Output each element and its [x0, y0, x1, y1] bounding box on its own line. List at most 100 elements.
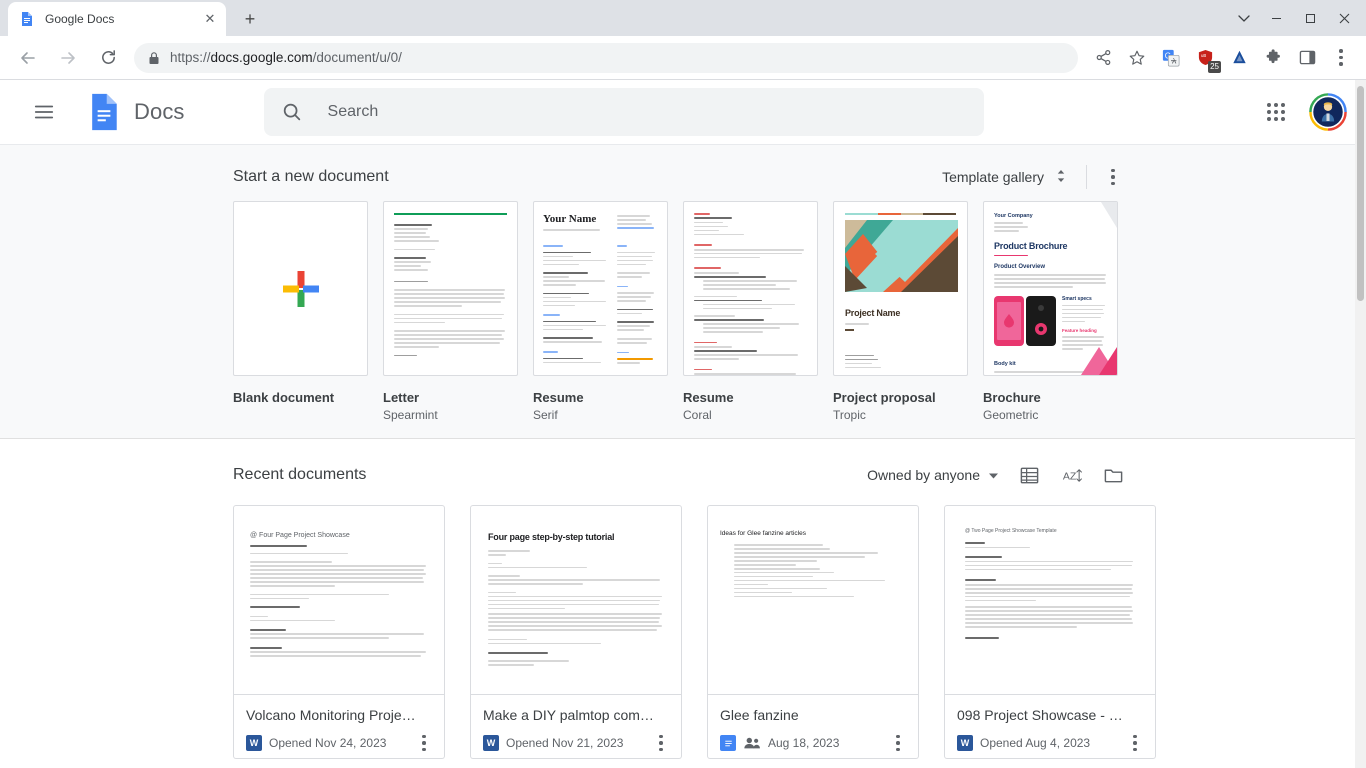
- template-thumbnail: Your Name: [533, 201, 668, 376]
- document-title: 098 Project Showcase - …: [957, 707, 1147, 723]
- template-name: Blank document: [233, 390, 368, 405]
- template-card-resume-serif[interactable]: Your Name: [533, 201, 668, 422]
- browser-tab-title: Google Docs: [45, 12, 202, 26]
- browser-tab[interactable]: Google Docs ✕: [8, 2, 226, 36]
- window-close-icon[interactable]: [1328, 6, 1360, 30]
- template-brochure-title: Product Brochure: [994, 241, 1107, 251]
- reload-icon[interactable]: [92, 42, 124, 74]
- document-card[interactable]: Ideas for Glee fanzine articles: [707, 505, 919, 759]
- close-icon[interactable]: ✕: [202, 11, 218, 27]
- side-panel-icon[interactable]: [1293, 44, 1321, 72]
- address-bar-url: https://docs.google.com/document/u/0/: [170, 50, 402, 65]
- bookmark-star-icon[interactable]: [1123, 44, 1151, 72]
- document-date: Aug 18, 2023: [768, 736, 879, 750]
- template-card-brochure-geometric[interactable]: Your Company Product Brochure Product Ov…: [983, 201, 1118, 422]
- kebab-dots: [1339, 49, 1343, 66]
- template-list: Blank document: [233, 201, 1133, 422]
- template-gallery-button[interactable]: Template gallery: [930, 160, 1076, 195]
- word-file-icon: W: [957, 735, 973, 751]
- chrome-menu-icon[interactable]: [1327, 44, 1355, 72]
- document-more-button[interactable]: [649, 731, 673, 755]
- adobe-extension-icon[interactable]: [1225, 44, 1253, 72]
- ublock-extension-icon[interactable]: uB 25: [1191, 44, 1219, 72]
- recent-documents-section: Recent documents Owned by anyone AZ: [0, 439, 1366, 759]
- template-card-resume-coral[interactable]: Resume Coral: [683, 201, 818, 422]
- owner-filter-label: Owned by anyone: [867, 467, 980, 483]
- document-date: Opened Nov 21, 2023: [506, 736, 642, 750]
- document-more-button[interactable]: [412, 731, 436, 755]
- recent-documents-header: Recent documents Owned by anyone AZ: [233, 445, 1133, 505]
- template-thumbnail: Project Name: [833, 201, 968, 376]
- share-icon[interactable]: [1089, 44, 1117, 72]
- extensions-puzzle-icon[interactable]: [1259, 44, 1287, 72]
- main-menu-button[interactable]: [20, 88, 68, 136]
- document-card[interactable]: @ Four Page Project Showcase: [233, 505, 445, 759]
- document-meta: 098 Project Showcase - … W Opened Aug 4,…: [944, 695, 1156, 759]
- word-file-icon: W: [246, 735, 262, 751]
- template-resume-title: Your Name: [543, 213, 610, 225]
- back-arrow-icon[interactable]: [12, 42, 44, 74]
- owner-filter-button[interactable]: Owned by anyone: [855, 459, 1007, 491]
- search-icon: [280, 100, 304, 124]
- svg-text:AZ: AZ: [1062, 470, 1076, 482]
- docs-home-link[interactable]: Docs: [84, 92, 185, 132]
- template-style: Geometric: [983, 408, 1118, 422]
- document-thumbnail: @ Two Page Project Showcase Template: [944, 505, 1156, 695]
- document-title: Volcano Monitoring Proje…: [246, 707, 436, 723]
- templates-more-button[interactable]: [1093, 157, 1133, 197]
- maximize-icon[interactable]: [1294, 6, 1326, 30]
- search-input[interactable]: [326, 102, 968, 122]
- minimize-icon[interactable]: [1260, 6, 1292, 30]
- template-card-letter-spearmint[interactable]: Your Name Letter Spearmint: [383, 201, 518, 422]
- template-name: Letter: [383, 390, 518, 405]
- document-more-button[interactable]: [1123, 731, 1147, 755]
- document-meta: Volcano Monitoring Proje… W Opened Nov 2…: [233, 695, 445, 759]
- url-scheme: https://: [170, 50, 211, 65]
- docs-logo-icon: [84, 92, 124, 132]
- docs-icon: [19, 11, 35, 27]
- sort-button[interactable]: AZ: [1051, 455, 1091, 495]
- svg-text:uB: uB: [1200, 53, 1205, 58]
- translate-extension-icon[interactable]: G: [1157, 44, 1185, 72]
- template-name: Resume: [533, 390, 668, 405]
- document-preview-title: Ideas for Glee fanzine articles: [720, 530, 906, 537]
- search-bar[interactable]: [264, 88, 984, 136]
- document-card[interactable]: @ Two Page Project Showcase Template: [944, 505, 1156, 759]
- url-host: docs.google.com: [211, 50, 313, 65]
- browser-toolbar: https://docs.google.com/document/u/0/ G …: [0, 36, 1366, 80]
- list-view-button[interactable]: [1009, 455, 1049, 495]
- google-apps-button[interactable]: [1256, 92, 1296, 132]
- forward-arrow-icon[interactable]: [52, 42, 84, 74]
- start-new-document-section: Start a new document Template gallery: [0, 144, 1366, 439]
- template-brochure-h3b: Feature heading: [1062, 328, 1107, 333]
- new-tab-button[interactable]: +: [236, 5, 264, 33]
- kebab-dots-icon: [1133, 735, 1137, 752]
- sort-az-icon: AZ: [1061, 465, 1082, 486]
- template-project-title: Project Name: [845, 308, 956, 318]
- word-file-icon: W: [483, 735, 499, 751]
- kebab-dots-icon: [659, 735, 663, 752]
- template-thumbnail: Your Company Product Brochure Product Ov…: [983, 201, 1118, 376]
- page-scrollbar[interactable]: [1355, 80, 1366, 768]
- tab-search-icon[interactable]: [1230, 6, 1258, 30]
- app-name: Docs: [134, 99, 185, 125]
- template-card-project-proposal-tropic[interactable]: Project Name Project proposal: [833, 201, 968, 422]
- templates-header: Start a new document Template gallery: [233, 145, 1133, 201]
- document-date: Opened Aug 4, 2023: [980, 736, 1116, 750]
- scrollbar-thumb[interactable]: [1357, 86, 1364, 301]
- address-bar[interactable]: https://docs.google.com/document/u/0/: [134, 43, 1078, 73]
- document-more-button[interactable]: [886, 731, 910, 755]
- brochure-phone-pink: [994, 296, 1024, 346]
- docs-file-icon: [720, 735, 736, 751]
- avatar[interactable]: [1306, 90, 1350, 134]
- file-picker-button[interactable]: [1093, 455, 1133, 495]
- document-card[interactable]: Four page step-by-step tutorial: [470, 505, 682, 759]
- template-style: Serif: [533, 408, 668, 422]
- lock-icon: [148, 51, 160, 65]
- template-card-blank[interactable]: Blank document: [233, 201, 368, 422]
- divider: [1086, 165, 1087, 189]
- window-controls: [1230, 6, 1360, 30]
- template-brochure-h2: Product Overview: [994, 264, 1107, 270]
- plus-icon: [275, 263, 327, 315]
- brochure-corner-graphic: [1061, 341, 1117, 375]
